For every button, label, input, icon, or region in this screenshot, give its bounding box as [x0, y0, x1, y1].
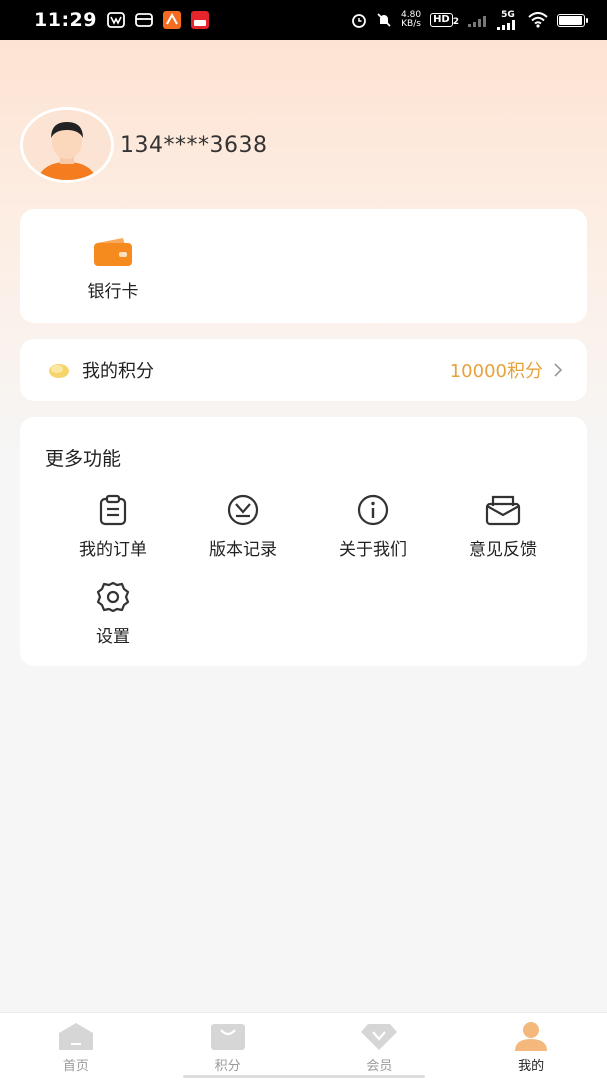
home-indicator[interactable] [183, 1075, 425, 1078]
card-notification-icon [135, 12, 153, 28]
tab-points[interactable]: 积分 [152, 1013, 304, 1080]
username: 134****3638 [120, 132, 268, 158]
status-time: 11:29 [34, 9, 97, 31]
signal-weak-icon [468, 13, 488, 27]
network-speed: 4.80 KB/s [401, 11, 421, 29]
tab-mine-label: 我的 [518, 1059, 545, 1074]
version-history-button[interactable]: 版本记录 [188, 494, 298, 560]
tab-mine[interactable]: 我的 [455, 1013, 607, 1080]
more-functions-section: 更多功能 我的订单 版本记录 关于我们 意见反馈 设置 [20, 417, 587, 666]
profile-section[interactable]: 134****3638 [20, 107, 267, 183]
feedback-label: 意见反馈 [469, 540, 537, 560]
red-app-icon [190, 11, 209, 29]
person-icon [515, 1022, 548, 1051]
gear-icon [96, 581, 130, 613]
my-points-row[interactable]: 我的积分 10000积分 [20, 339, 587, 401]
signal-5g: 5G [497, 9, 519, 30]
diamond-icon [361, 1024, 398, 1050]
coin-icon [49, 364, 69, 378]
avatar-person-icon [23, 110, 111, 180]
hd-sub: 2 [452, 17, 459, 27]
orange-app-icon [162, 11, 181, 29]
tab-home-label: 首页 [62, 1059, 89, 1074]
tab-member[interactable]: 会员 [304, 1013, 456, 1080]
app-notification-icon [107, 12, 125, 28]
battery-fill [559, 15, 583, 25]
hd-label: HD [430, 13, 453, 27]
wallet-icon [94, 238, 132, 266]
points-value: 10000积分 [449, 361, 543, 382]
avatar[interactable] [20, 107, 114, 183]
my-orders-button[interactable]: 我的订单 [58, 494, 168, 560]
settings-label: 设置 [96, 627, 130, 647]
feedback-button[interactable]: 意见反馈 [448, 494, 558, 560]
points-label: 我的积分 [82, 361, 154, 382]
my-orders-label: 我的订单 [79, 540, 147, 560]
alarm-icon [351, 12, 367, 28]
signal-strong-icon [497, 19, 515, 30]
status-bar: 11:29 4.80 KB/s HD 2 5G [0, 0, 607, 40]
settings-button[interactable]: 设置 [58, 581, 168, 647]
battery-icon [557, 13, 588, 27]
tab-points-label: 积分 [214, 1059, 241, 1074]
network-type: 5G [501, 9, 515, 20]
speed-unit: KB/s [401, 19, 421, 29]
bank-card-section: 银行卡 [20, 209, 587, 323]
status-right: 4.80 KB/s HD 2 5G [351, 9, 588, 30]
about-us-label: 关于我们 [339, 540, 407, 560]
tab-member-label: 会员 [366, 1059, 393, 1074]
bag-icon [210, 1024, 245, 1050]
tab-home[interactable]: 首页 [0, 1013, 152, 1080]
hd-badge: HD 2 [430, 13, 459, 27]
version-icon [227, 494, 259, 526]
clipboard-icon [99, 494, 127, 526]
bank-card-button[interactable]: 银行卡 [78, 237, 148, 302]
chevron-right-icon [553, 362, 563, 378]
mute-bell-icon [376, 12, 392, 28]
bank-card-label: 银行卡 [87, 282, 139, 302]
info-icon [357, 494, 389, 526]
mail-icon [485, 495, 521, 526]
about-us-button[interactable]: 关于我们 [318, 494, 428, 560]
more-functions-title: 更多功能 [45, 448, 122, 470]
wifi-icon [528, 12, 548, 28]
version-history-label: 版本记录 [209, 540, 277, 560]
home-icon [58, 1023, 93, 1050]
bottom-tab-bar: 首页 积分 会员 我的 [0, 1012, 607, 1080]
status-left: 11:29 [34, 9, 209, 31]
